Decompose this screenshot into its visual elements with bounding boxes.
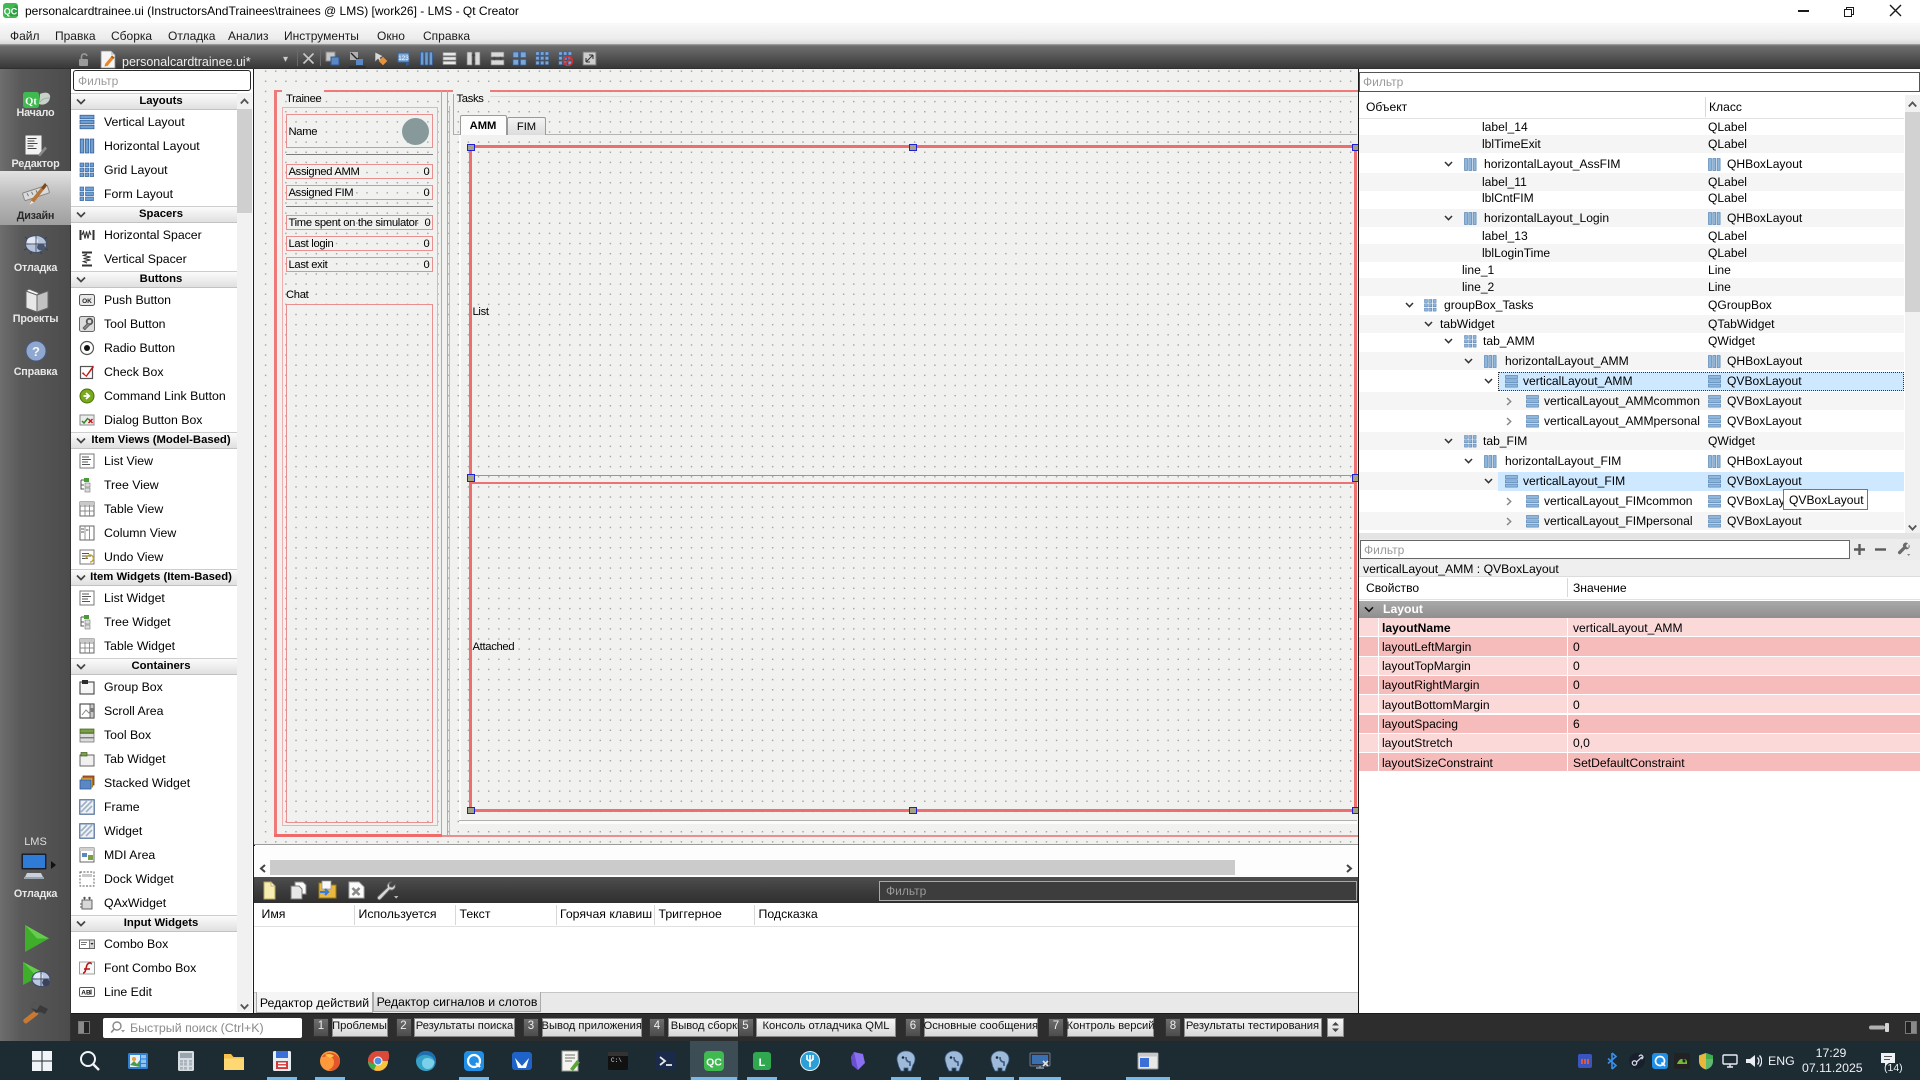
- svg-text:L: L: [759, 1057, 766, 1069]
- svg-text:AB: AB: [81, 990, 91, 997]
- svg-text:123: 123: [398, 55, 409, 62]
- svg-text:Qt: Qt: [25, 97, 37, 108]
- svg-text:C:\: C:\: [611, 1057, 622, 1064]
- svg-text:?: ?: [32, 344, 40, 359]
- svg-text:QC: QC: [706, 1057, 722, 1069]
- svg-text:QC: QC: [4, 7, 18, 17]
- svg-text:OK: OK: [82, 298, 92, 305]
